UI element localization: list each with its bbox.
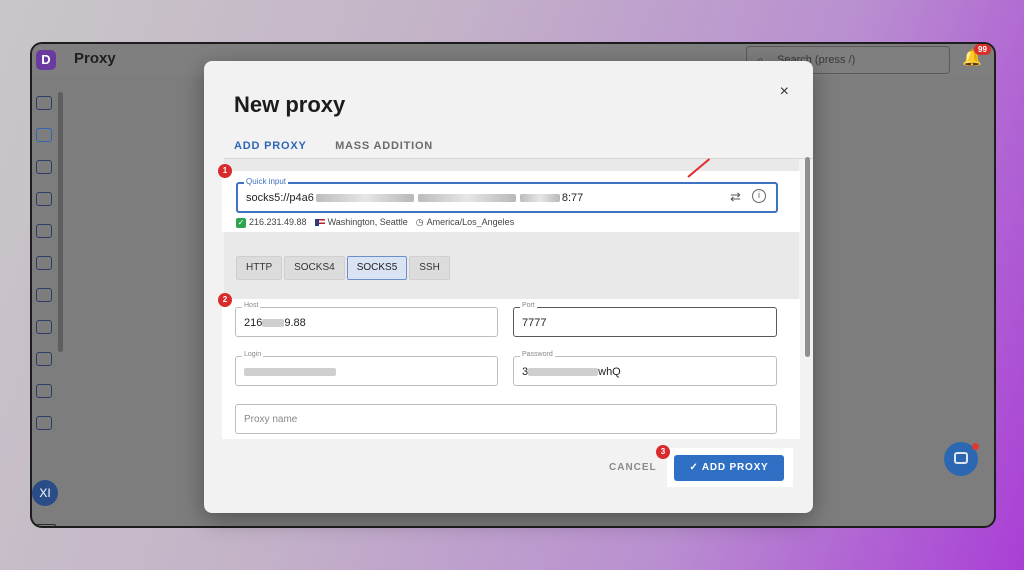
browser-icon[interactable]	[36, 96, 52, 110]
notification-badge: 99	[974, 44, 991, 55]
tab-mass-addition[interactable]: MASS ADDITION	[335, 140, 433, 158]
link-icon[interactable]	[36, 128, 52, 142]
dialog-scrollbar[interactable]	[805, 157, 810, 357]
swap-icon[interactable]: ⇄	[730, 189, 741, 205]
chat-unread-dot	[972, 443, 979, 450]
step-badge-1: 1	[218, 164, 232, 178]
ip-location: Washington, Seattle	[327, 217, 408, 227]
new-proxy-dialog: New proxy × ADD PROXY MASS ADDITION 1 2 …	[204, 61, 813, 513]
password-value: 3 whQ	[522, 366, 621, 378]
step-badge-3: 3	[656, 445, 670, 459]
check-icon: ✓	[236, 217, 246, 228]
api-icon[interactable]	[36, 288, 52, 302]
password-field[interactable]: Password 3 whQ	[513, 351, 777, 386]
quick-input-value: socks5://p4a6 8:77	[246, 192, 584, 204]
ip-address: 216.231.49.88	[249, 217, 307, 227]
host-field[interactable]: Host 216 9.88	[235, 302, 498, 337]
info-icon[interactable]: i	[752, 189, 766, 203]
dialog-tabs: ADD PROXY MASS ADDITION	[234, 136, 457, 160]
ip-check-result: ✓ 216.231.49.88 Washington, Seattle ◷ Americ…	[236, 217, 514, 228]
protocol-socks5[interactable]: SOCKS5	[346, 256, 408, 280]
page-title: Proxy	[74, 50, 116, 67]
page-scrollbar[interactable]	[58, 92, 63, 352]
proxy-name-field[interactable]: Proxy name	[235, 404, 777, 434]
host-value: 216 9.88	[244, 317, 306, 329]
copy-icon[interactable]	[36, 192, 52, 206]
app-logo: D	[36, 50, 56, 70]
help-icon[interactable]	[36, 352, 52, 366]
us-flag-icon	[314, 219, 325, 227]
password-label: Password	[520, 351, 555, 358]
port-field[interactable]: Port 7777	[513, 302, 777, 337]
tab-add-proxy[interactable]: ADD PROXY	[234, 140, 307, 160]
chat-icon	[954, 452, 968, 464]
login-value	[244, 366, 336, 378]
avatar[interactable]: XI	[32, 480, 58, 506]
host-label: Host	[242, 302, 261, 309]
protocol-ssh[interactable]: SSH	[409, 256, 450, 280]
list-icon[interactable]	[36, 160, 52, 174]
port-value: 7777	[522, 317, 547, 329]
chat-button[interactable]	[944, 442, 979, 476]
language-selector[interactable]: EN	[32, 524, 56, 526]
wallet-icon[interactable]	[36, 416, 52, 430]
dialog-title: New proxy	[234, 92, 346, 117]
close-icon[interactable]: ×	[780, 83, 789, 101]
cancel-button[interactable]: CANCEL	[609, 462, 657, 473]
login-field[interactable]: Login	[235, 351, 498, 386]
port-label: Port	[520, 302, 537, 309]
protocol-socks4[interactable]: SOCKS4	[284, 256, 345, 280]
step-badge-2: 2	[218, 293, 232, 307]
puzzle-icon[interactable]	[36, 224, 52, 238]
graduation-icon[interactable]	[36, 384, 52, 398]
add-proxy-label: ADD PROXY	[701, 462, 769, 473]
add-proxy-button[interactable]: ✓ ADD PROXY	[674, 455, 784, 481]
proxy-name-placeholder: Proxy name	[244, 414, 298, 425]
protocol-selector: HTTP SOCKS4 SOCKS5 SSH	[236, 256, 452, 280]
check-icon: ✓	[689, 462, 702, 473]
protocol-http[interactable]: HTTP	[236, 256, 283, 280]
ip-timezone: America/Los_Angeles	[426, 217, 515, 227]
quick-input-field[interactable]: Quick input socks5://p4a6 8:77 ⇄ i	[236, 158, 778, 213]
login-label: Login	[242, 351, 264, 358]
sidebar: XI EN	[32, 80, 60, 526]
users-icon[interactable]	[36, 256, 52, 270]
rocket-icon[interactable]	[36, 320, 52, 334]
quick-input-label: Quick input	[244, 177, 289, 186]
clock-icon: ◷	[415, 217, 424, 227]
